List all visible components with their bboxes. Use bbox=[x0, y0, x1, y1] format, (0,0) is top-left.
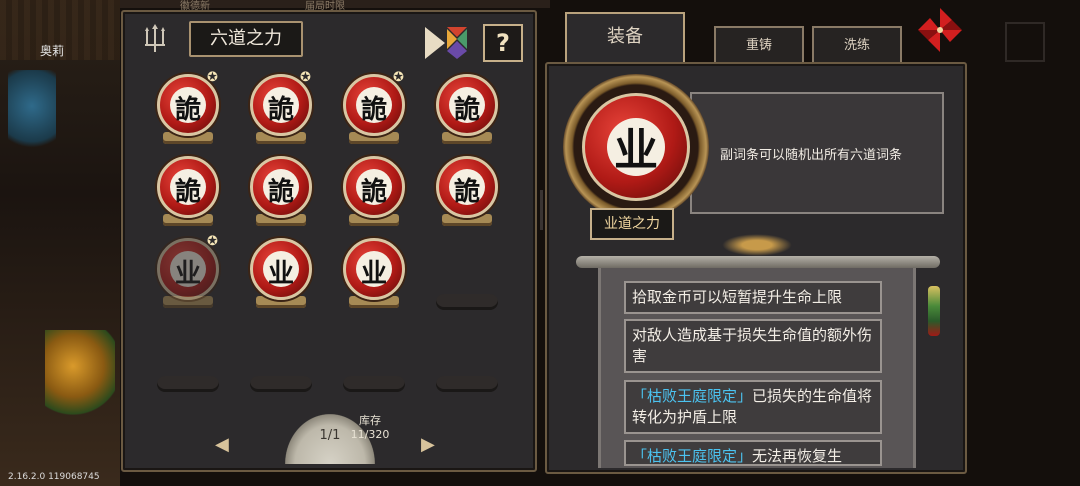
relic-glyph: 业 bbox=[267, 259, 294, 289]
pager: ◀ 1/1 ▶ bbox=[215, 410, 455, 466]
affix-text: 无法再恢复生 bbox=[752, 447, 843, 465]
relic-orb: 业 bbox=[343, 238, 405, 300]
empty-pedestal bbox=[436, 294, 498, 310]
description-box: 副词条可以随机出所有六道词条 bbox=[690, 92, 944, 214]
relic-description: 副词条可以随机出所有六道词条 bbox=[720, 148, 903, 163]
selected-relic-orb: 业 bbox=[582, 93, 690, 201]
relic-glyph: 詭 bbox=[267, 177, 294, 207]
relic-orb: 詭 bbox=[436, 156, 498, 218]
npc-name-label: 奥莉 bbox=[40, 44, 65, 58]
star-badge-icon: ✪ bbox=[207, 70, 218, 85]
affix-text: 拾取金币可以短暂提升生命上限 bbox=[632, 288, 843, 306]
next-page-arrow-icon[interactable]: ▶ bbox=[421, 434, 435, 455]
star-badge-icon: ✪ bbox=[393, 70, 404, 85]
selected-relic-glyph: 业 bbox=[614, 125, 658, 176]
relic-glyph: 詭 bbox=[174, 95, 201, 125]
relic-name-plate: 业道之力 bbox=[590, 208, 674, 240]
empty-pedestal bbox=[343, 376, 405, 392]
relic-slot[interactable]: 詭 bbox=[333, 152, 413, 236]
star-badge-icon: ✪ bbox=[207, 234, 218, 249]
relic-slot[interactable]: 业 bbox=[333, 234, 413, 318]
prev-page-arrow-icon[interactable]: ◀ bbox=[215, 434, 229, 455]
relic-glyph: 詭 bbox=[174, 177, 201, 207]
empty-pedestal bbox=[157, 376, 219, 392]
affix-item: 「枯败王庭限定」无法再恢复生 bbox=[624, 440, 882, 466]
stock-count: 11/320 bbox=[350, 428, 390, 441]
top-rail: 徽德新 届局时限 bbox=[120, 0, 550, 12]
relic-slot[interactable]: 詭 bbox=[147, 152, 227, 236]
tab-reforge[interactable]: 重铸 bbox=[714, 26, 804, 62]
relic-glyph: 詭 bbox=[453, 95, 480, 125]
tab-equip[interactable]: 装备 bbox=[565, 12, 685, 64]
stock-label: 库存 bbox=[359, 414, 381, 427]
relic-orb: 詭 bbox=[157, 156, 219, 218]
relic-orb: 詭 bbox=[343, 156, 405, 218]
relic-slot[interactable]: 业 bbox=[240, 234, 320, 318]
close-pinwheel-icon[interactable] bbox=[916, 6, 964, 54]
relic-orb: 詭 bbox=[250, 156, 312, 218]
help-button[interactable]: ? bbox=[483, 24, 523, 62]
game-scene-background: 奥莉 bbox=[0, 0, 120, 486]
empty-relic-slot[interactable] bbox=[333, 316, 413, 400]
affix-item: 「枯败王庭限定」已损失的生命值将转化为护盾上限 bbox=[624, 380, 882, 434]
tab-refine[interactable]: 洗练 bbox=[812, 26, 902, 62]
relic-orb: 业 bbox=[250, 238, 312, 300]
affix-item: 对敌人造成基于损失生命值的额外伤害 bbox=[624, 319, 882, 373]
relic-slot[interactable]: 业 ✪ bbox=[147, 234, 227, 318]
affix-tag: 「枯败王庭限定」 bbox=[632, 447, 753, 465]
scroll-rod bbox=[576, 256, 940, 268]
affix-tag: 「枯败王庭限定」 bbox=[632, 387, 753, 405]
relic-glyph: 詭 bbox=[360, 95, 387, 125]
relic-orb: 詭 bbox=[436, 74, 498, 136]
relic-slot[interactable]: 詭 bbox=[426, 70, 506, 154]
relic-slot[interactable]: 詭 ✪ bbox=[333, 70, 413, 154]
empty-pedestal bbox=[250, 376, 312, 392]
empty-pedestal bbox=[436, 376, 498, 392]
version-label: 2.16.2.0 119068745 bbox=[8, 472, 100, 482]
jade-tassel bbox=[928, 286, 940, 336]
empty-relic-slot[interactable] bbox=[147, 316, 227, 400]
potted-plant bbox=[45, 330, 115, 420]
scroll-ornament bbox=[722, 234, 792, 256]
tangram-icon[interactable] bbox=[423, 25, 469, 61]
relic-slot[interactable]: 詭 ✪ bbox=[240, 70, 320, 154]
panel-divider bbox=[540, 190, 543, 230]
six-paths-inventory-panel: 六道之力 ? 詭 ✪ 詭 ✪ 詭 ✪ 詭詭詭詭詭业 ✪ 业业 ◀ 1/1 ▶ bbox=[121, 10, 537, 472]
empty-relic-slot[interactable] bbox=[426, 234, 506, 318]
relic-glyph: 詭 bbox=[360, 177, 387, 207]
trident-icon bbox=[145, 24, 165, 52]
panel-title: 六道之力 bbox=[189, 21, 303, 57]
empty-relic-slot[interactable] bbox=[240, 316, 320, 400]
relic-glyph: 詭 bbox=[267, 95, 294, 125]
star-badge-icon: ✪ bbox=[300, 70, 311, 85]
affix-text: 对敌人造成基于损失生命值的额外伤害 bbox=[632, 326, 873, 365]
relic-glyph: 业 bbox=[360, 259, 387, 289]
relic-glyph: 业 bbox=[174, 259, 201, 289]
background-tile bbox=[1005, 22, 1045, 62]
relic-slot[interactable]: 詭 bbox=[426, 152, 506, 236]
npc-character bbox=[8, 70, 56, 160]
empty-relic-slot[interactable] bbox=[426, 316, 506, 400]
relic-glyph: 詭 bbox=[453, 177, 480, 207]
relic-slot[interactable]: 詭 bbox=[240, 152, 320, 236]
relic-slot[interactable]: 詭 ✪ bbox=[147, 70, 227, 154]
affix-item: 拾取金币可以短暂提升生命上限 bbox=[624, 281, 882, 314]
